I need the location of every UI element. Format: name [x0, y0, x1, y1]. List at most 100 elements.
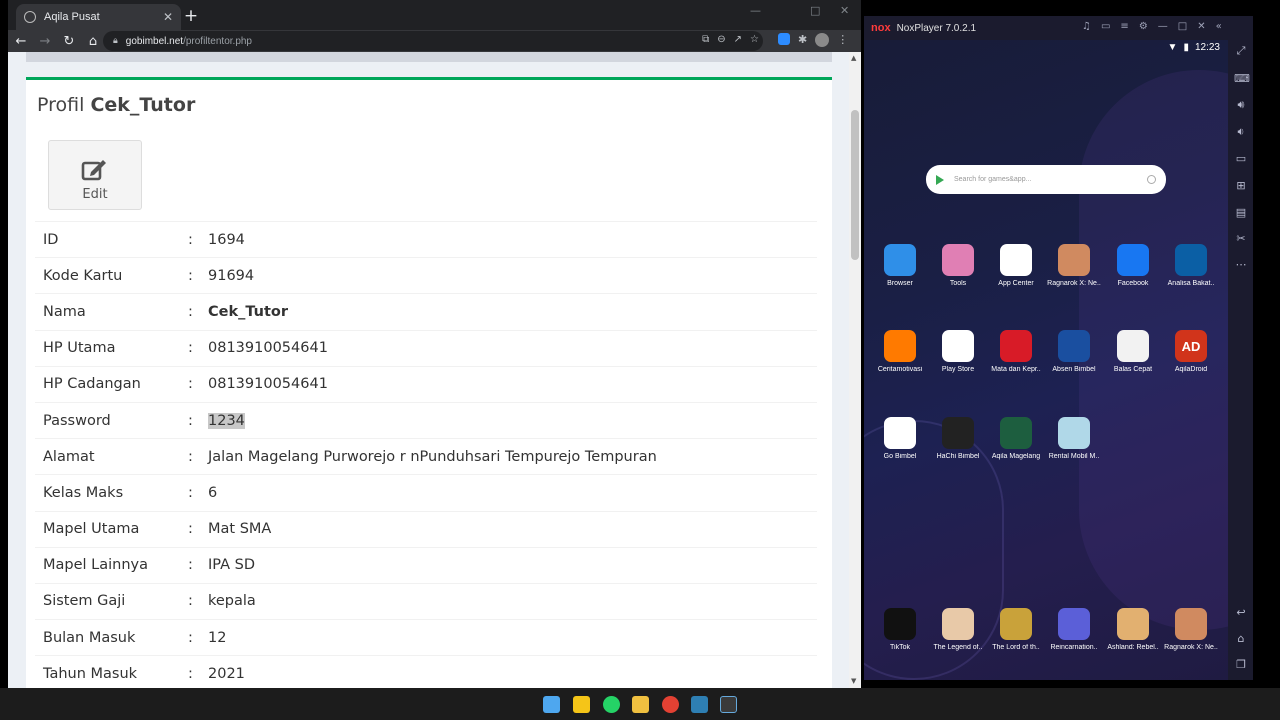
- field-value: 2021: [208, 656, 817, 688]
- app-aqila-magelang[interactable]: Aqila Magelang: [987, 417, 1045, 460]
- recents-nav-icon[interactable]: ❐: [1234, 658, 1248, 671]
- extensions-puzzle-icon[interactable]: ✱: [798, 33, 807, 47]
- multi-instance-icon[interactable]: ▭: [1101, 21, 1110, 32]
- app-tools[interactable]: Tools: [929, 244, 987, 287]
- zoom-icon[interactable]: ⊖: [717, 34, 725, 45]
- bookmark-star-icon[interactable]: ☆: [750, 34, 759, 45]
- title-name: Cek_Tutor: [90, 94, 196, 116]
- app-analisa-bakat[interactable]: Analisa Bakat..: [1162, 244, 1220, 287]
- lock-icon: 🔒︎: [113, 36, 118, 46]
- menu-icon[interactable]: ≡: [1120, 21, 1128, 32]
- field-value: 1234: [208, 402, 817, 438]
- file-explorer-icon[interactable]: [632, 696, 649, 713]
- app-aqiladroid[interactable]: AD AqilaDroid: [1162, 330, 1220, 373]
- app-hachi-bimbel[interactable]: HaChi Bimbel: [929, 417, 987, 460]
- field-value-text: Mat SMA: [208, 521, 272, 538]
- dock-app-the-legend-of[interactable]: The Legend of..: [929, 608, 987, 651]
- profile-table: ID:1694 Kode Kartu:91694 Nama: Cek_Tutor HP …: [35, 221, 817, 688]
- volume-down-icon[interactable]: 🔉︎: [1234, 125, 1248, 139]
- nox-taskbar-icon[interactable]: [720, 696, 737, 713]
- field-value: Jalan Magelang Purworejo r nPunduhsari T…: [208, 439, 817, 475]
- settings-gear-icon[interactable]: ⚙: [1139, 21, 1148, 32]
- apk-install-icon[interactable]: ⊞: [1234, 179, 1248, 192]
- zoom-extension-icon[interactable]: [778, 33, 790, 45]
- app-ragnarok-x-ne[interactable]: Ragnarok X: Ne..: [1045, 244, 1103, 287]
- android-home-screen: ▼ ▮ 12:23 Search for games&app... Browse…: [864, 40, 1228, 680]
- app-play-store[interactable]: Play Store: [929, 330, 987, 373]
- close-window-icon[interactable]: ✕: [840, 4, 849, 17]
- home-nav-icon[interactable]: ⌂: [1234, 632, 1248, 645]
- dock-app-ashland-rebel[interactable]: Ashland: Rebel..: [1104, 608, 1162, 651]
- table-row: ID:1694: [35, 221, 817, 258]
- scroll-thumb[interactable]: [851, 110, 859, 260]
- forward-icon[interactable]: →: [34, 34, 56, 49]
- app-label: Absen Bimbel: [1052, 366, 1096, 373]
- field-label: Kelas Maks: [43, 484, 124, 501]
- table-row: Tahun Masuk:2021: [35, 655, 817, 688]
- app-go-bimbel[interactable]: Go Bimbel: [871, 417, 929, 460]
- screen-icon[interactable]: ▭: [1234, 152, 1248, 165]
- maximize-icon[interactable]: □: [1178, 21, 1187, 32]
- app-search-bar[interactable]: Search for games&app...: [926, 165, 1166, 194]
- chrome-icon[interactable]: [662, 696, 679, 713]
- edit-button[interactable]: Edit: [48, 140, 142, 210]
- field-value: 91694: [208, 258, 817, 294]
- profile-avatar[interactable]: [815, 33, 830, 47]
- dock-app-reincarnation[interactable]: Reincarnation..: [1045, 608, 1103, 651]
- scroll-down-arrow-icon[interactable]: ▼: [851, 677, 856, 685]
- page-viewport: Profil Cek_Tutor Edit ID:1694 Kode Kartu:…: [8, 52, 849, 688]
- app-icon: [942, 244, 974, 276]
- app-mata-dan-kepr[interactable]: Mata dan Kepr..: [987, 330, 1045, 373]
- app-icon: [1000, 244, 1032, 276]
- app-ceritamotivasi[interactable]: Ceritamotivasi: [871, 330, 929, 373]
- page-scrollbar[interactable]: ▲ ▼: [849, 52, 861, 688]
- translate-icon[interactable]: ⧉: [702, 34, 709, 45]
- field-value-text: 2021: [208, 666, 245, 683]
- home-icon[interactable]: ⌂: [82, 34, 104, 49]
- toolbox-icon[interactable]: ▤: [1234, 206, 1248, 219]
- windows-start-icon[interactable]: [543, 696, 560, 713]
- fullscreen-icon[interactable]: ⤢: [1234, 44, 1248, 58]
- app-balas-cepat[interactable]: Balas Cepat: [1104, 330, 1162, 373]
- sticky-notes-icon[interactable]: [573, 696, 590, 713]
- snipping-tool-icon[interactable]: [691, 696, 708, 713]
- minimize-icon[interactable]: —: [1158, 21, 1168, 32]
- address-bar[interactable]: 🔒︎ gobimbel.net/profiltentor.php ⧉ ⊖ ↗ ☆: [103, 31, 763, 51]
- minimize-window-icon[interactable]: —: [750, 4, 761, 17]
- app-label: Ragnarok X: Ne..: [1164, 644, 1218, 651]
- collapse-sidebar-icon[interactable]: «: [1216, 21, 1222, 32]
- share-icon[interactable]: ↗: [734, 34, 742, 45]
- volume-up-icon[interactable]: 🔊︎: [1234, 98, 1248, 112]
- dock-app-ragnarok-x-ne[interactable]: Ragnarok X: Ne..: [1162, 608, 1220, 651]
- scroll-up-arrow-icon[interactable]: ▲: [851, 54, 856, 62]
- new-tab-button[interactable]: +: [181, 6, 201, 26]
- field-label: Alamat: [43, 448, 95, 465]
- tab-aqila-pusat[interactable]: Aqila Pusat ✕: [16, 4, 181, 30]
- app-icon: [884, 330, 916, 362]
- notification-icon[interactable]: ♫: [1082, 21, 1091, 32]
- whatsapp-icon[interactable]: [603, 696, 620, 713]
- field-label: Password: [43, 412, 111, 429]
- app-absen-bimbel[interactable]: Absen Bimbel: [1045, 330, 1103, 373]
- app-browser[interactable]: Browser: [871, 244, 929, 287]
- field-label: ID: [43, 231, 59, 248]
- keyboard-icon[interactable]: ⌨: [1234, 72, 1250, 85]
- app-label: Ashland: Rebel..: [1107, 644, 1159, 651]
- close-icon[interactable]: ✕: [1197, 21, 1205, 32]
- dock-app-the-lord-of-th[interactable]: The Lord of th..: [987, 608, 1045, 651]
- app-facebook[interactable]: Facebook: [1104, 244, 1162, 287]
- app-icon: [942, 608, 974, 640]
- maximize-window-icon[interactable]: □: [810, 4, 820, 17]
- scissors-icon[interactable]: ✂: [1234, 232, 1248, 245]
- close-tab-icon[interactable]: ✕: [163, 10, 173, 24]
- app-app-center[interactable]: App Center: [987, 244, 1045, 287]
- menu-kebab-icon[interactable]: ⋮: [837, 33, 848, 47]
- app-rental-mobil-m[interactable]: Rental Mobil M..: [1045, 417, 1103, 460]
- back-nav-icon[interactable]: ↩: [1234, 606, 1248, 619]
- search-icon[interactable]: [1147, 175, 1156, 184]
- dock-app-tiktok[interactable]: TikTok: [871, 608, 929, 651]
- more-icon[interactable]: ⋯: [1234, 258, 1248, 271]
- field-colon: :: [188, 303, 193, 320]
- reload-icon[interactable]: ↻: [58, 34, 80, 49]
- back-icon[interactable]: ←: [10, 34, 32, 49]
